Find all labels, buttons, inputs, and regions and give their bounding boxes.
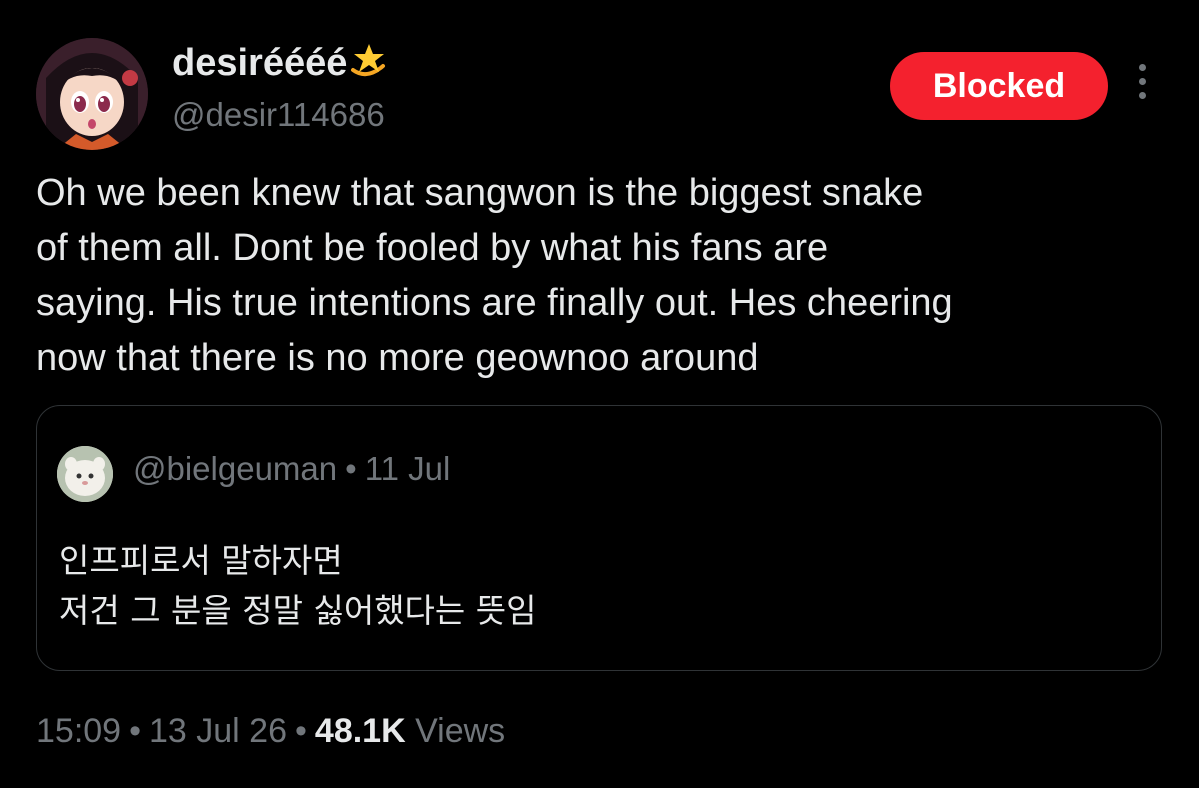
views-label: Views: [415, 712, 506, 750]
display-name-text: desiréééé: [172, 42, 348, 85]
tweet-header: desiréééé @desir114686 Blocked: [36, 30, 1166, 150]
quoted-tweet-card[interactable]: @bielgeuman • 11 Jul 인프피로서 말하자면 저건 그 분을 정말…: [36, 405, 1162, 671]
author-display-name[interactable]: desiréééé: [172, 40, 393, 90]
quote-date[interactable]: 11 Jul: [365, 450, 451, 487]
dizzy-star-icon: [349, 40, 393, 90]
tweet-time[interactable]: 15:09: [36, 712, 121, 750]
tweet-text: Oh we been knew that sangwon is the bigg…: [36, 172, 953, 379]
anime-girl-avatar-image: [36, 38, 148, 150]
tweet-date[interactable]: 13 Jul 26: [149, 712, 287, 750]
quote-meta: @bielgeuman • 11 Jul: [133, 450, 450, 488]
more-vertical-icon[interactable]: [1130, 64, 1154, 108]
quote-author-avatar[interactable]: [57, 446, 113, 502]
separator-dot: •: [129, 712, 141, 750]
tweet-footer: 15:09 • 13 Jul 26 • 48.1K Views: [36, 712, 505, 751]
separator-dot: •: [295, 712, 307, 750]
quote-text: 인프피로서 말하자면 저건 그 분을 정말 싫어했다는 뜻임: [59, 541, 537, 630]
quote-author-handle[interactable]: @bielgeuman: [133, 450, 337, 487]
separator-dot: •: [345, 450, 357, 487]
author-avatar[interactable]: [36, 38, 148, 150]
views-count[interactable]: 48.1K: [315, 712, 406, 750]
blocked-button[interactable]: Blocked: [890, 52, 1108, 120]
author-handle[interactable]: @desir114686: [172, 96, 385, 134]
plush-toy-avatar-image: [57, 446, 113, 502]
